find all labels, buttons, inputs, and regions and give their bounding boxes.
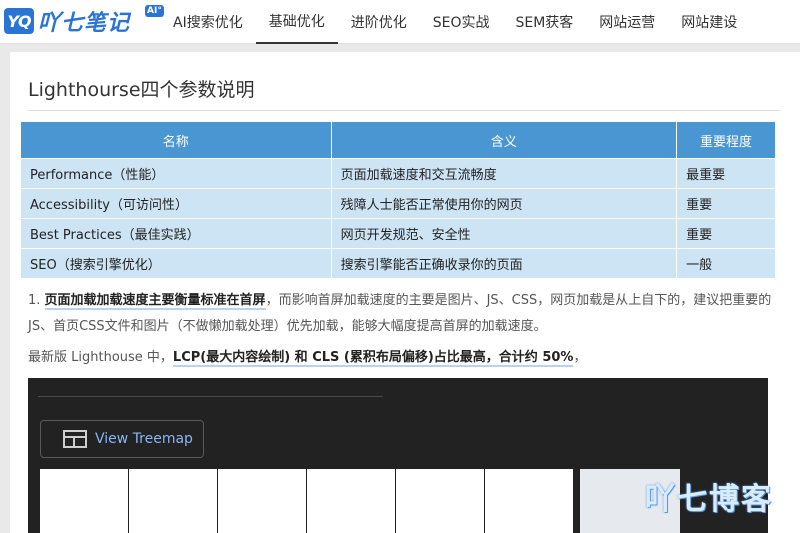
paragraph-prefix: 1.	[28, 293, 45, 308]
logo-mark-icon: YQ	[4, 8, 34, 34]
paragraph-lcp-cls: 最新版 Lighthouse 中，LCP(最大内容绘制) 和 CLS (累积布局…	[28, 345, 778, 371]
view-treemap-button[interactable]: View Treemap	[40, 420, 204, 458]
filmstrip	[40, 469, 680, 533]
nav-item-seo-practice[interactable]: SEO实战	[420, 0, 503, 44]
divider	[38, 396, 383, 397]
table-cell: Best Practices（最佳实践）	[20, 218, 332, 249]
nav-item-ai-search[interactable]: AI搜索优化	[160, 0, 256, 44]
filmstrip-frame	[218, 469, 306, 533]
table-cell: SEO（搜索引擎优化）	[20, 248, 332, 279]
table-cell: Accessibility（可访问性）	[20, 188, 332, 219]
table-header-row: 名称 含义 重要程度	[20, 121, 776, 159]
table-cell: 重要	[676, 218, 776, 249]
table-row: Performance（性能） 页面加载速度和交互流畅度 最重要	[20, 158, 776, 189]
table-cell: 网页开发规范、安全性	[330, 218, 678, 249]
filmstrip-frame	[129, 469, 217, 533]
paragraph-first-screen: 1. 页面加载加载速度主要衡量标准在首屏，而影响首屏加载速度的主要是图片、JS、…	[28, 288, 778, 340]
treemap-icon	[63, 430, 87, 448]
blog-watermark: 吖七博客	[645, 482, 773, 517]
top-navigation-bar: YQ 吖七笔记 AI° AI搜索优化 基础优化 进阶优化 SEO实战 SEM获客…	[0, 0, 800, 44]
table-cell: 最重要	[676, 158, 776, 189]
nav-item-advanced-optimization[interactable]: 进阶优化	[338, 0, 420, 44]
table-row: Best Practices（最佳实践） 网页开发规范、安全性 重要	[20, 218, 776, 249]
nav-item-site-building[interactable]: 网站建设	[668, 0, 750, 44]
nav-item-basic-optimization[interactable]: 基础优化	[255, 0, 338, 44]
table-cell: 页面加载速度和交互流畅度	[330, 158, 678, 189]
main-nav: AI搜索优化 基础优化 进阶优化 SEO实战 SEM获客 网站运营 网站建设	[160, 0, 750, 44]
table-cell: 重要	[676, 188, 776, 219]
title-divider	[28, 110, 780, 111]
filmstrip-frame	[485, 469, 573, 533]
view-treemap-label: View Treemap	[95, 431, 193, 447]
table-header-meaning: 含义	[330, 121, 678, 159]
paragraph-suffix: ，	[573, 350, 587, 365]
table-row: SEO（搜索引擎优化） 搜索引擎能否正确收录你的页面 一般	[20, 248, 776, 279]
table-cell: 搜索引擎能否正确收录你的页面	[330, 248, 678, 279]
nav-item-sem[interactable]: SEM获客	[502, 0, 586, 44]
filmstrip-frame	[396, 469, 484, 533]
highlight-text: LCP(最大内容绘制) 和 CLS (累积布局偏移)占比最高，合计约 50%	[172, 350, 574, 367]
section-title: Lighthourse四个参数说明	[28, 79, 255, 101]
article-card: Lighthourse四个参数说明 名称 含义 重要程度 Performance…	[10, 52, 800, 533]
nav-item-site-operation[interactable]: 网站运营	[586, 0, 668, 44]
table-header-importance: 重要程度	[676, 121, 776, 159]
site-logo[interactable]: YQ 吖七笔记 AI°	[4, 5, 164, 36]
filmstrip-frame	[40, 469, 128, 533]
table-cell: 残障人士能否正常使用你的网页	[330, 188, 678, 219]
paragraph-prefix: 最新版 Lighthouse 中，	[28, 350, 173, 365]
table-header-name: 名称	[20, 121, 332, 159]
highlight-text: 页面加载加载速度主要衡量标准在首屏	[44, 293, 266, 310]
filmstrip-frame	[307, 469, 395, 533]
lighthouse-params-table: 名称 含义 重要程度 Performance（性能） 页面加载速度和交互流畅度 …	[20, 121, 776, 279]
table-row: Accessibility（可访问性） 残障人士能否正常使用你的网页 重要	[20, 188, 776, 219]
logo-text: 吖七笔记	[38, 11, 131, 36]
table-cell: 一般	[676, 248, 776, 279]
table-cell: Performance（性能）	[20, 158, 332, 189]
